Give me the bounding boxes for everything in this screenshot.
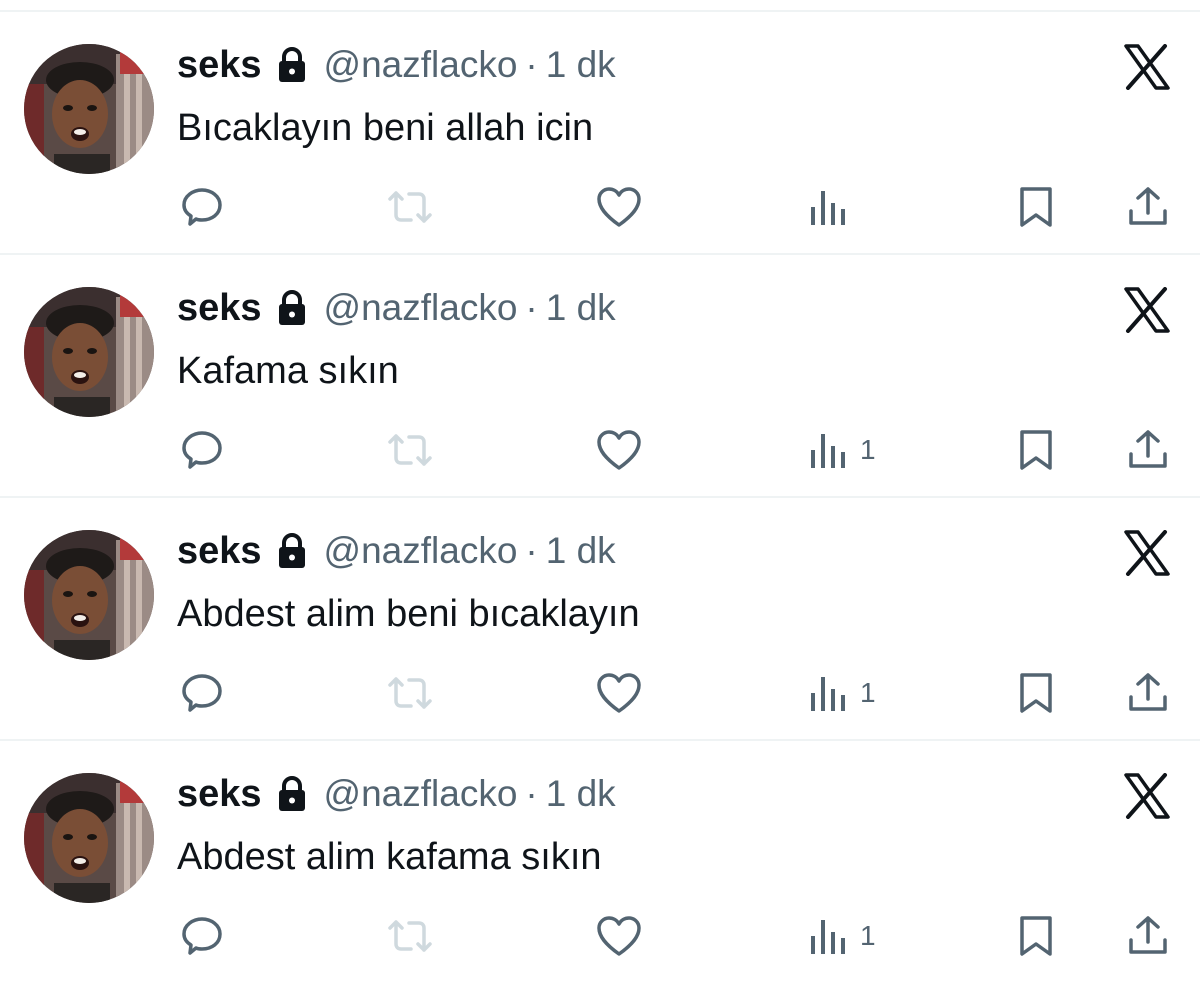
tweet-text: Abdest alim beni bıcaklayın [177, 593, 640, 635]
lock-icon [276, 532, 308, 570]
avatar[interactable] [24, 44, 154, 174]
heart-icon [596, 185, 642, 229]
reply-button[interactable] [180, 914, 224, 958]
tweet-text: Bıcaklayın beni allah icin [177, 107, 594, 149]
tweet[interactable]: seks @nazflacko · 1 dk Bıcaklayın beni a… [0, 12, 1200, 255]
share-button[interactable] [1126, 185, 1170, 229]
avatar[interactable] [24, 287, 154, 417]
lock-icon [276, 289, 308, 327]
avatar[interactable] [24, 773, 154, 903]
retweet-icon [387, 914, 433, 958]
timestamp[interactable]: 1 dk [546, 773, 616, 815]
avatar[interactable] [24, 530, 154, 660]
bookmark-button[interactable] [1017, 671, 1055, 715]
timestamp[interactable]: 1 dk [546, 287, 616, 329]
heart-icon [596, 914, 642, 958]
reply-icon [180, 428, 224, 472]
bookmark-button[interactable] [1017, 185, 1055, 229]
retweet-button [387, 914, 433, 958]
tweet[interactable]: seks @nazflacko · 1 dk Kafama sıkın 1 [0, 255, 1200, 498]
bookmark-icon [1017, 185, 1055, 229]
views-count: 1 [860, 677, 876, 708]
retweet-button [387, 671, 433, 715]
reply-icon [180, 671, 224, 715]
tweet-actions: 1 [0, 420, 1200, 480]
reply-icon [180, 914, 224, 958]
separator-dot: · [525, 44, 538, 85]
tweet-header: seks @nazflacko · 1 dk [177, 285, 616, 331]
share-icon [1126, 185, 1170, 229]
reply-button[interactable] [180, 185, 224, 229]
like-button[interactable] [596, 428, 642, 472]
tweet-actions [0, 177, 1200, 237]
display-name[interactable]: seks [177, 44, 262, 87]
timeline: seks @nazflacko · 1 dk Bıcaklayın beni a… [0, 12, 1200, 984]
tweet[interactable]: seks @nazflacko · 1 dk Abdest alim beni … [0, 498, 1200, 741]
tweet-text: Kafama sıkın [177, 350, 399, 392]
reply-button[interactable] [180, 428, 224, 472]
bar-chart-icon [808, 671, 846, 715]
lock-icon [276, 46, 308, 84]
like-button[interactable] [596, 914, 642, 958]
display-name[interactable]: seks [177, 530, 262, 573]
retweet-button [387, 185, 433, 229]
x-logo-icon [1124, 287, 1170, 333]
tweet-text: Abdest alim kafama sıkın [177, 836, 602, 878]
user-handle[interactable]: @nazflacko [324, 530, 518, 572]
timestamp[interactable]: 1 dk [546, 44, 616, 86]
timestamp[interactable]: 1 dk [546, 530, 616, 572]
bookmark-button[interactable] [1017, 914, 1055, 958]
views-count: 1 [860, 920, 876, 951]
tweet-header: seks @nazflacko · 1 dk [177, 42, 616, 88]
share-icon [1126, 428, 1170, 472]
x-logo-icon [1124, 773, 1170, 819]
views-button[interactable] [808, 185, 860, 229]
separator-dot: · [525, 773, 538, 814]
bookmark-icon [1017, 671, 1055, 715]
retweet-button [387, 428, 433, 472]
bookmark-icon [1017, 914, 1055, 958]
retweet-icon [387, 671, 433, 715]
bookmark-button[interactable] [1017, 428, 1055, 472]
bar-chart-icon [808, 914, 846, 958]
share-button[interactable] [1126, 428, 1170, 472]
views-button[interactable]: 1 [808, 914, 876, 958]
user-handle[interactable]: @nazflacko [324, 773, 518, 815]
reply-button[interactable] [180, 671, 224, 715]
heart-icon [596, 671, 642, 715]
bar-chart-icon [808, 185, 846, 229]
bar-chart-icon [808, 428, 846, 472]
user-handle[interactable]: @nazflacko [324, 287, 518, 329]
tweet-header: seks @nazflacko · 1 dk [177, 528, 616, 574]
user-handle[interactable]: @nazflacko [324, 44, 518, 86]
x-logo-icon [1124, 530, 1170, 576]
share-button[interactable] [1126, 914, 1170, 958]
separator-dot: · [525, 530, 538, 571]
views-count: 1 [860, 434, 876, 465]
share-icon [1126, 914, 1170, 958]
display-name[interactable]: seks [177, 287, 262, 330]
retweet-icon [387, 185, 433, 229]
views-button[interactable]: 1 [808, 428, 876, 472]
share-button[interactable] [1126, 671, 1170, 715]
display-name[interactable]: seks [177, 773, 262, 816]
tweet-actions: 1 [0, 663, 1200, 723]
tweet[interactable]: seks @nazflacko · 1 dk Abdest alim kafam… [0, 741, 1200, 984]
lock-icon [276, 775, 308, 813]
separator-dot: · [525, 287, 538, 328]
views-button[interactable]: 1 [808, 671, 876, 715]
share-icon [1126, 671, 1170, 715]
heart-icon [596, 428, 642, 472]
like-button[interactable] [596, 671, 642, 715]
reply-icon [180, 185, 224, 229]
tweet-actions: 1 [0, 906, 1200, 966]
x-logo-icon [1124, 44, 1170, 90]
retweet-icon [387, 428, 433, 472]
like-button[interactable] [596, 185, 642, 229]
tweet-header: seks @nazflacko · 1 dk [177, 771, 616, 817]
bookmark-icon [1017, 428, 1055, 472]
